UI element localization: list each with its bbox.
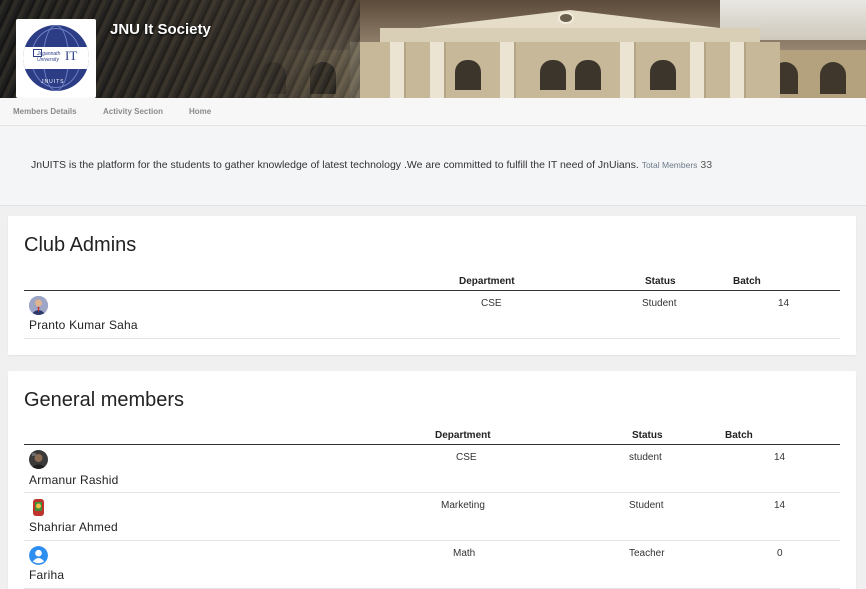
member-batch: 0 xyxy=(777,548,783,559)
site-logo[interactable]: Jagannath University IT JNUITS xyxy=(16,19,96,98)
member-name: Shahriar Ahmed xyxy=(29,520,118,534)
default-user-icon xyxy=(29,546,48,565)
member-department: Marketing xyxy=(441,500,485,511)
member-batch: 14 xyxy=(778,298,790,309)
logo-globe-icon: Jagannath University IT JNUITS xyxy=(23,25,89,91)
member-status: Teacher xyxy=(629,548,665,559)
members-table-header: Department Status Batch xyxy=(24,425,840,445)
member-department: CSE xyxy=(456,452,477,463)
admin-avatar-icon xyxy=(29,296,48,315)
photo-avatar-icon xyxy=(29,498,48,517)
table-row[interactable]: Pranto Kumar Saha CSE Student 14 xyxy=(24,291,840,339)
member-batch: 14 xyxy=(774,500,786,511)
total-members-label: Total Members xyxy=(641,160,698,170)
member-name: Fariha xyxy=(29,568,65,582)
intro-text: JnUITS is the platform for the students … xyxy=(31,159,639,171)
club-admins-card: Club Admins Department Status Batch Pran… xyxy=(8,216,856,355)
intro-paragraph: JnUITS is the platform for the students … xyxy=(31,159,712,171)
admins-col-batch: Batch xyxy=(733,276,761,287)
logo-text-it: IT xyxy=(65,48,78,63)
general-members-title: General members xyxy=(24,389,185,411)
member-status: Student xyxy=(629,500,664,511)
admins-table-header: Department Status Batch xyxy=(24,271,840,291)
member-batch: 14 xyxy=(774,452,786,463)
member-name: Pranto Kumar Saha xyxy=(29,318,138,332)
table-row[interactable]: Fariha Math Teacher 0 xyxy=(24,541,840,589)
site-title[interactable]: JNU It Society xyxy=(110,21,211,38)
total-members-count: 33 xyxy=(700,159,713,171)
top-nav: Members Details Activity Section Home xyxy=(0,98,866,126)
photo-avatar-icon xyxy=(29,450,48,469)
nav-members-details[interactable]: Members Details xyxy=(13,107,77,116)
general-members-card: General members Department Status Batch … xyxy=(8,371,856,589)
member-name: Armanur Rashid xyxy=(29,473,119,487)
club-admins-title: Club Admins xyxy=(24,234,137,256)
table-row[interactable]: Shahriar Ahmed Marketing Student 14 xyxy=(24,493,840,541)
table-row[interactable]: Armanur Rashid CSE student 14 xyxy=(24,445,840,493)
nav-activity-section[interactable]: Activity Section xyxy=(103,107,163,116)
intro-section: JnUITS is the platform for the students … xyxy=(0,126,866,206)
logo-text-bottom: JNUITS xyxy=(41,79,65,85)
banner-building xyxy=(350,10,780,98)
admins-col-department: Department xyxy=(459,276,515,287)
member-department: CSE xyxy=(481,298,502,309)
members-col-status: Status xyxy=(632,430,663,441)
member-status: student xyxy=(629,452,662,463)
members-col-department: Department xyxy=(435,430,491,441)
member-department: Math xyxy=(453,548,476,559)
members-col-batch: Batch xyxy=(725,430,753,441)
nav-home[interactable]: Home xyxy=(189,107,211,116)
admins-col-status: Status xyxy=(645,276,676,287)
header-banner: Jagannath University IT JNUITS JNU It So… xyxy=(0,0,866,98)
member-status: Student xyxy=(642,298,677,309)
